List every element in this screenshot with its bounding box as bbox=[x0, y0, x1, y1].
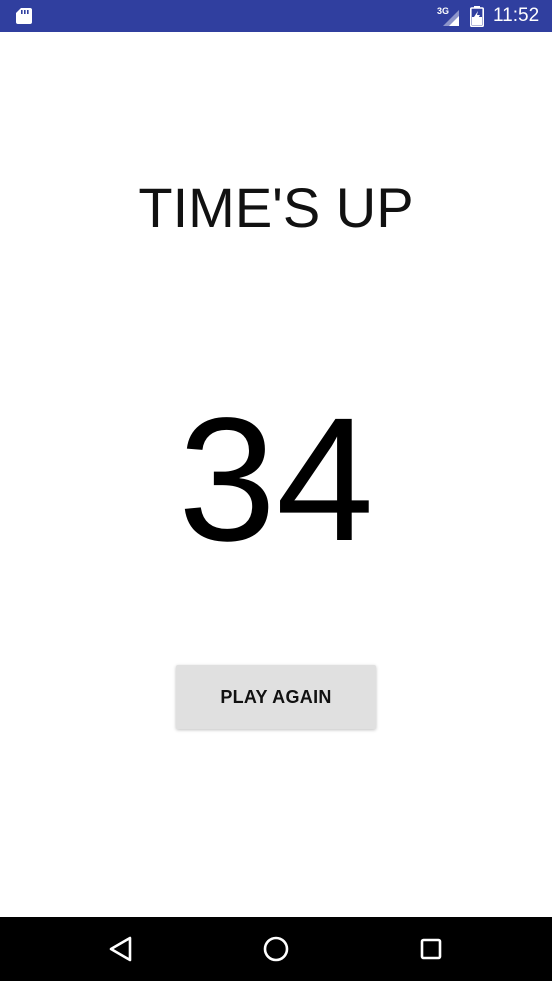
status-clock: 11:52 bbox=[493, 5, 540, 26]
network-type-label: 3G bbox=[437, 6, 449, 16]
back-icon[interactable] bbox=[105, 933, 137, 965]
play-again-button[interactable]: PLAY AGAIN bbox=[176, 665, 376, 729]
status-bar: 3G 11:52 bbox=[0, 0, 552, 32]
page-title: TIME'S UP bbox=[138, 176, 414, 239]
app-screen: 3G 11:52 TIME'S UP 34 PLAY AGAIN bbox=[0, 0, 552, 981]
score-display: 34 bbox=[178, 382, 374, 578]
signal-icon: 3G bbox=[437, 6, 459, 26]
sd-card-icon bbox=[16, 8, 32, 24]
recents-icon[interactable] bbox=[415, 933, 447, 965]
battery-icon bbox=[470, 6, 484, 27]
navigation-bar bbox=[0, 917, 552, 981]
home-icon[interactable] bbox=[260, 933, 292, 965]
